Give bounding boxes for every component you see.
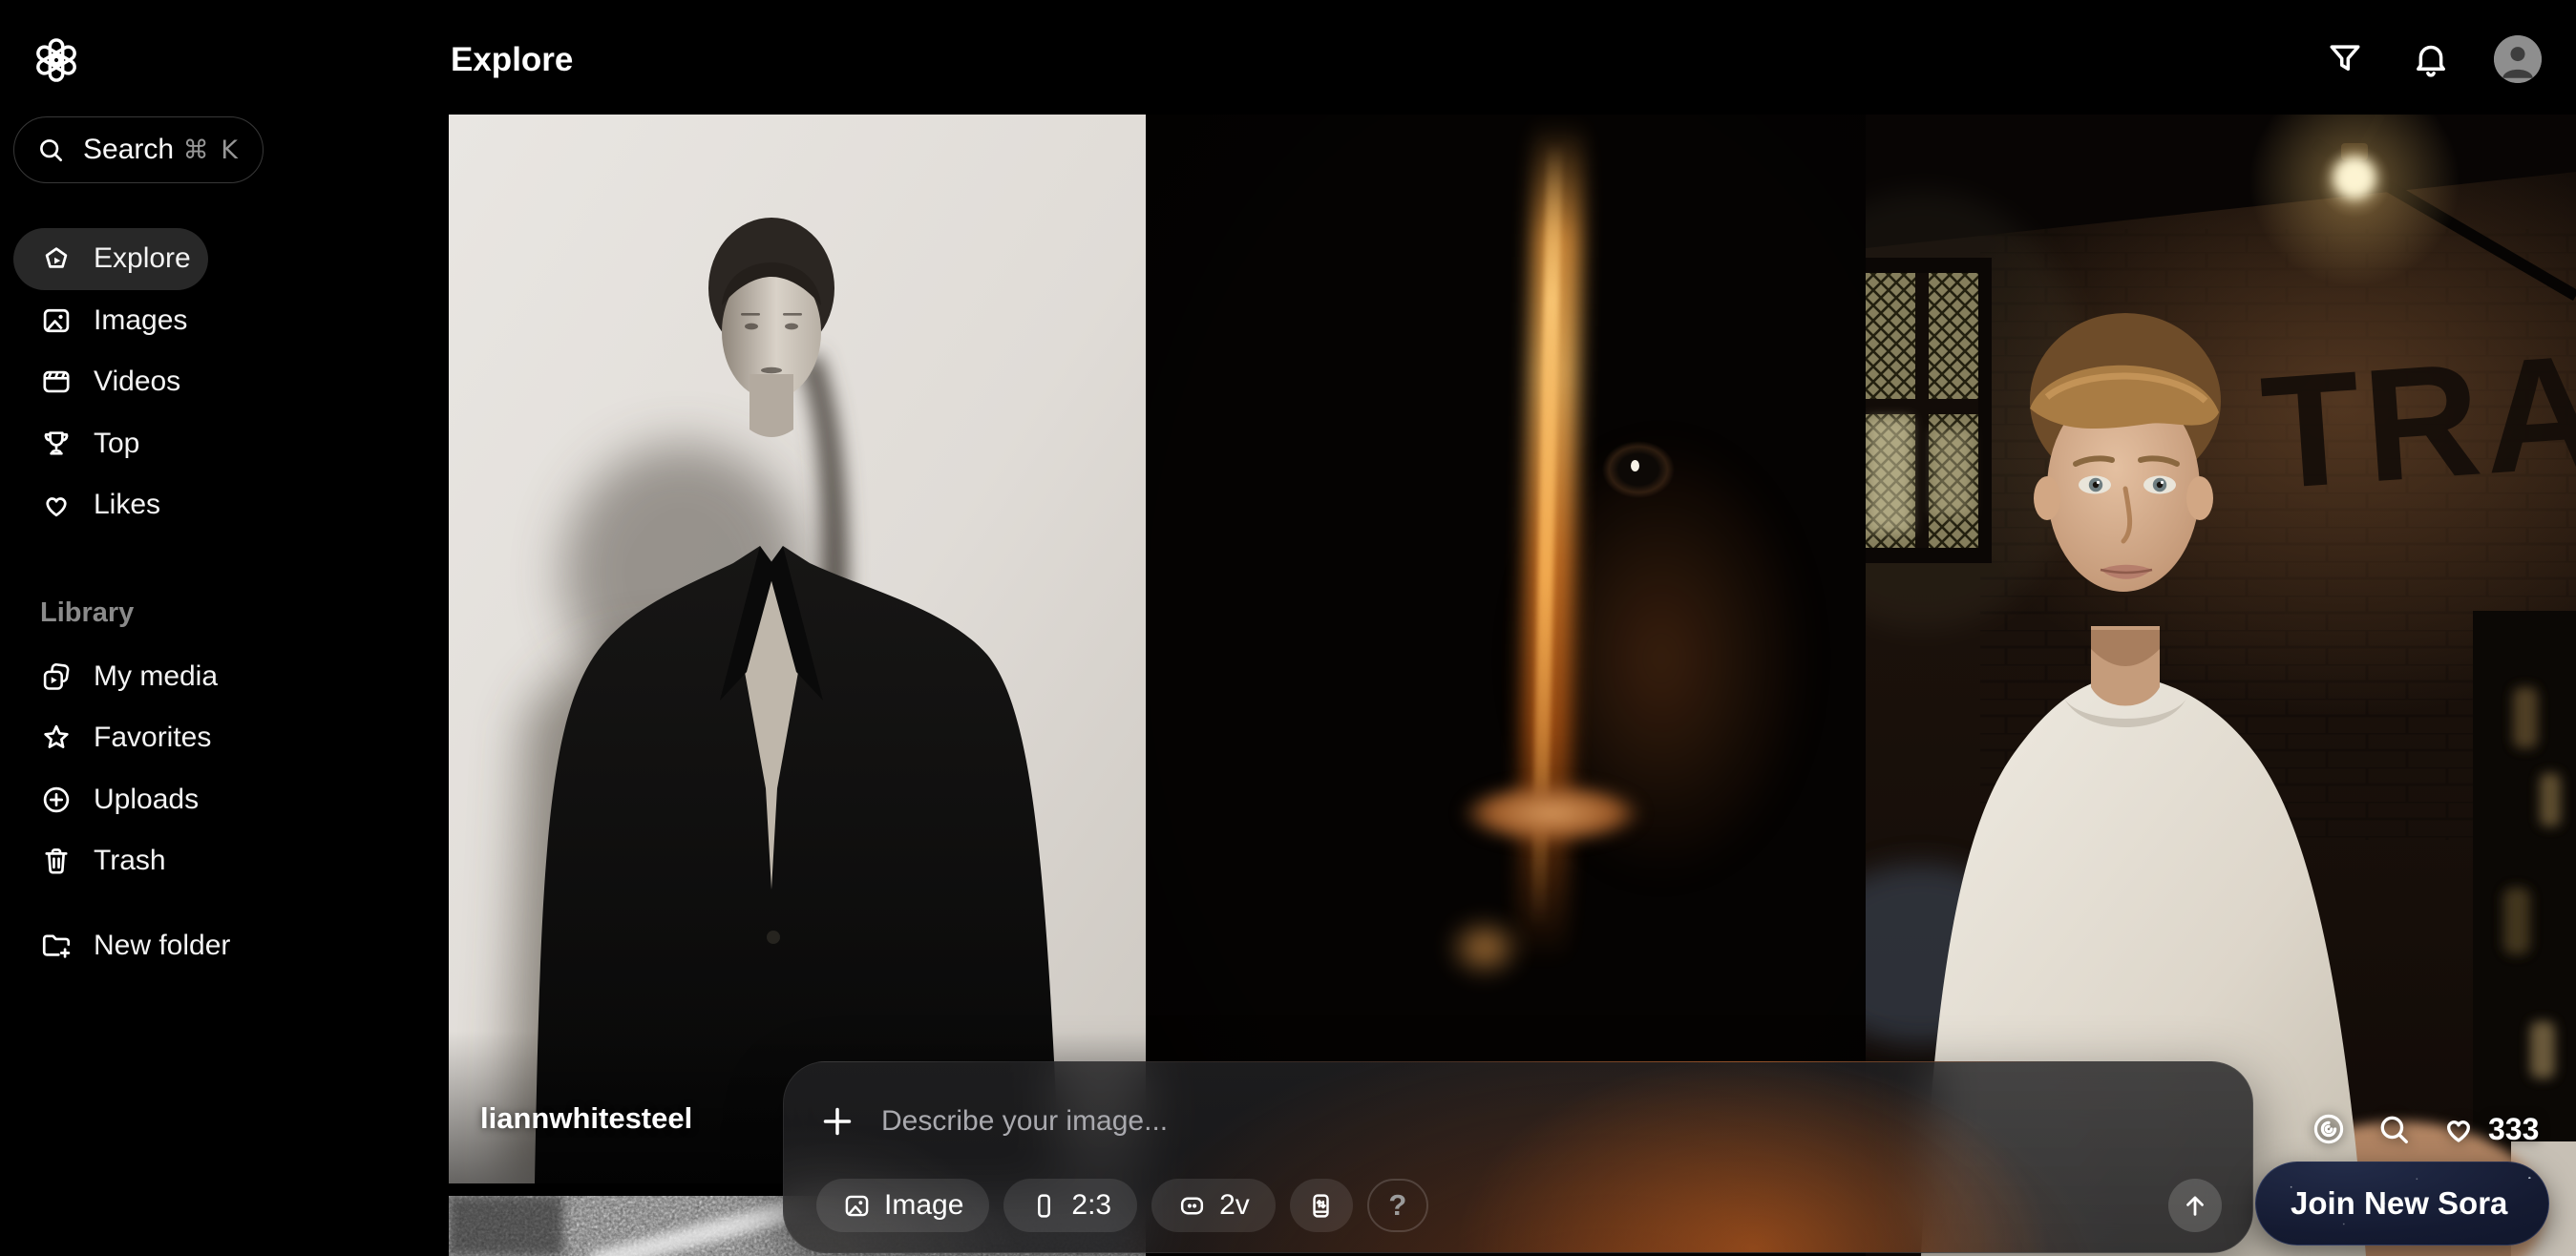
remix-icon[interactable]	[2311, 1111, 2347, 1147]
my-media-icon	[40, 660, 73, 693]
avatar[interactable]	[2494, 35, 2542, 83]
star-icon	[40, 722, 73, 754]
sidebar-item-videos[interactable]: Videos	[13, 351, 208, 413]
explore-icon	[40, 242, 73, 275]
chip-label: 2:3	[1071, 1189, 1111, 1222]
portrait-blazer-art	[449, 115, 1146, 1183]
variations-chip[interactable]: 2v	[1151, 1179, 1276, 1232]
trash-icon	[40, 845, 73, 877]
openai-logo-icon[interactable]	[34, 38, 78, 82]
sidebar-item-label: Images	[94, 304, 187, 337]
search-shortcut: ⌘ K	[183, 136, 240, 165]
sidebar-item-label: Trash	[94, 845, 166, 877]
join-label: Join New Sora	[2291, 1185, 2507, 1222]
presets-chip[interactable]	[1290, 1179, 1353, 1232]
sidebar-item-label: Videos	[94, 366, 180, 398]
image-actions: 333	[2311, 1105, 2539, 1153]
likes-count: 333	[2488, 1112, 2539, 1147]
search-icon	[35, 135, 66, 165]
images-icon	[40, 304, 73, 337]
submit-button[interactable]	[2168, 1179, 2222, 1232]
add-media-button[interactable]	[818, 1102, 856, 1141]
chip-label: Image	[884, 1189, 963, 1222]
gallery-item-portrait-blazer[interactable]: liannwhitesteel	[449, 115, 1146, 1183]
prompt-composer: Image 2:3 2v	[783, 1061, 2253, 1253]
search-input[interactable]: Search ⌘ K	[13, 116, 264, 183]
sidebar-item-likes[interactable]: Likes	[13, 474, 208, 536]
bell-icon[interactable]	[2410, 38, 2452, 80]
sidebar-nav: Explore Images Videos	[13, 228, 433, 976]
sidebar-item-favorites[interactable]: Favorites	[13, 707, 208, 769]
new-folder-icon	[40, 930, 73, 962]
sidebar-item-label: Explore	[94, 242, 191, 275]
heart-icon	[40, 489, 73, 521]
aspect-ratio-phone-icon	[1029, 1191, 1059, 1221]
sidebar-item-label: Top	[94, 428, 139, 460]
sidebar-item-uploads[interactable]: Uploads	[13, 769, 208, 831]
aspect-ratio-chip[interactable]: 2:3	[1003, 1179, 1137, 1232]
chip-label: 2v	[1219, 1189, 1250, 1222]
videos-icon	[40, 366, 73, 398]
author-link[interactable]: liannwhitesteel	[480, 1101, 692, 1136]
image-icon	[842, 1191, 872, 1221]
media-type-chip[interactable]: Image	[816, 1179, 989, 1232]
search-icon[interactable]	[2375, 1111, 2412, 1147]
sidebar-item-top[interactable]: Top	[13, 413, 208, 475]
page-title: Explore	[451, 41, 573, 79]
sidebar-item-label: Favorites	[94, 722, 211, 754]
new-folder-button[interactable]: New folder	[13, 915, 208, 977]
sidebar-item-my-media[interactable]: My media	[13, 646, 208, 708]
sidebar-item-trash[interactable]: Trash	[13, 830, 208, 892]
plus-circle-icon	[40, 784, 73, 816]
filter-icon[interactable]	[2324, 38, 2366, 80]
arrow-up-icon	[2181, 1191, 2209, 1220]
sidebar: Search ⌘ K Explore Images	[0, 0, 449, 1256]
trophy-icon	[40, 428, 73, 460]
sidebar-item-label: New folder	[94, 930, 230, 962]
prompt-input[interactable]	[881, 1105, 2218, 1138]
help-chip[interactable]: ?	[1367, 1179, 1428, 1232]
help-icon: ?	[1388, 1188, 1406, 1223]
like-button[interactable]: 333	[2440, 1111, 2539, 1147]
join-new-sora-button[interactable]: Join New Sora	[2255, 1162, 2549, 1246]
sora-mascot-icon	[2528, 1177, 2531, 1230]
presets-icon	[1306, 1191, 1336, 1221]
variations-icon	[1177, 1191, 1207, 1221]
sidebar-item-label: Likes	[94, 489, 160, 521]
sidebar-item-label: Uploads	[94, 784, 199, 816]
search-label: Search	[83, 134, 174, 166]
heart-icon	[2440, 1111, 2477, 1147]
sidebar-item-images[interactable]: Images	[13, 290, 208, 352]
sidebar-item-explore[interactable]: Explore	[13, 228, 208, 290]
sidebar-item-label: My media	[94, 660, 218, 693]
plus-icon	[818, 1102, 856, 1141]
library-heading: Library	[40, 597, 433, 629]
